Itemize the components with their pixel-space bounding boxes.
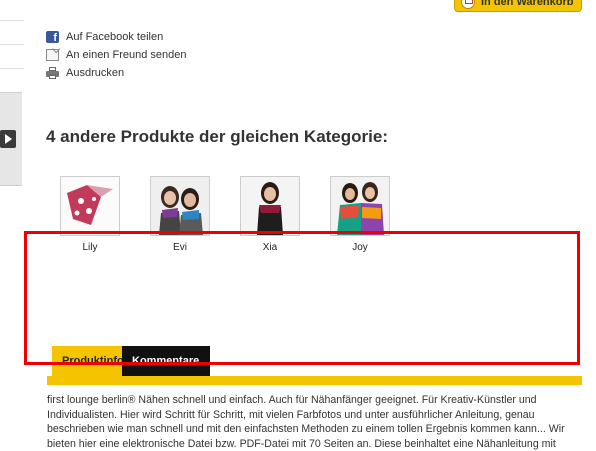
tab-kommentare[interactable]: Kommentare	[122, 346, 210, 376]
sidebar-divider	[0, 44, 24, 45]
product-thumbnail[interactable]	[240, 176, 300, 236]
product-card-lily[interactable]: Lily	[60, 176, 120, 253]
play-icon[interactable]	[0, 130, 16, 148]
product-actions: Auf Facebook teilen An einen Freund send…	[46, 28, 186, 82]
mail-icon	[46, 49, 59, 61]
cart-icon	[461, 0, 475, 9]
product-name[interactable]: Joy	[330, 242, 390, 253]
product-card-xia[interactable]: Xia	[240, 176, 300, 253]
sidebar-divider	[0, 68, 24, 69]
print-icon	[46, 67, 59, 79]
sidebar-divider	[0, 20, 24, 21]
tab-produktinfos[interactable]: Produktinfos	[52, 346, 130, 376]
product-name[interactable]: Xia	[240, 242, 300, 253]
send-to-friend-label: An einen Freund senden	[66, 49, 187, 61]
print-link[interactable]: Ausdrucken	[46, 64, 186, 82]
related-products-title: 4 andere Produkte der gleichen Kategorie…	[46, 127, 388, 146]
add-to-cart-label: In den Warenkorb	[481, 0, 574, 8]
product-tabs: Produktinfos Kommentare	[52, 346, 210, 376]
product-description: first lounge berlin® Nähen schnell und e…	[47, 394, 565, 450]
product-thumbnail[interactable]	[150, 176, 210, 236]
product-card-joy[interactable]: Joy	[330, 176, 390, 253]
product-name[interactable]: Evi	[150, 242, 210, 253]
share-facebook-label: Auf Facebook teilen	[66, 31, 164, 43]
product-thumbnail[interactable]	[330, 176, 390, 236]
product-thumbnail[interactable]	[60, 176, 120, 236]
share-facebook-link[interactable]: Auf Facebook teilen	[46, 28, 186, 46]
facebook-icon	[46, 31, 59, 44]
tab-underline-bar	[47, 376, 582, 385]
product-card-evi[interactable]: Evi	[150, 176, 210, 253]
send-to-friend-link[interactable]: An einen Freund senden	[46, 46, 186, 64]
product-name[interactable]: Lily	[60, 242, 120, 253]
print-label: Ausdrucken	[66, 67, 125, 79]
left-sidebar-fragment	[0, 0, 24, 447]
add-to-cart-button[interactable]: In den Warenkorb	[454, 0, 582, 12]
